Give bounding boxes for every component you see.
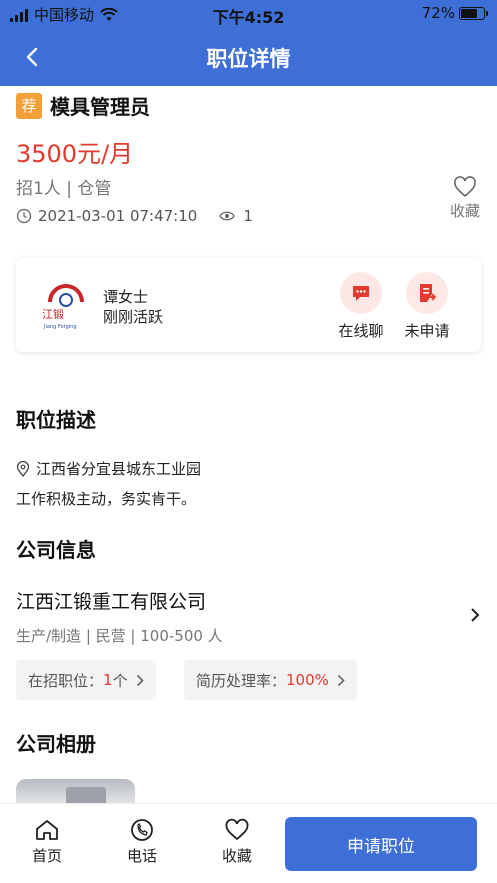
status-bar: 中国移动 下午4:52 72% xyxy=(0,0,497,28)
tab-favorite-label: 收藏 xyxy=(221,847,252,865)
apply-status-icon-circle xyxy=(406,272,448,314)
view-count: 1 xyxy=(243,207,253,225)
eye-icon xyxy=(219,211,236,221)
logo-subtext: Jiang Forging xyxy=(43,324,77,330)
tab-home-label: 首页 xyxy=(31,847,62,865)
chat-bubble-icon xyxy=(353,286,369,301)
album-section-title: 公司相册 xyxy=(16,732,96,756)
nav-bar: 职位详情 xyxy=(0,28,497,86)
apply-status-label: 未申请 xyxy=(404,322,450,340)
salary: 3500元/月 xyxy=(16,140,134,168)
clock-icon xyxy=(16,208,32,224)
heart-icon xyxy=(454,176,476,198)
status-right: 72% xyxy=(421,4,488,22)
location-row: 江西省分宜县城东工业园 xyxy=(16,458,201,479)
resume-rate-value: 100% xyxy=(286,671,329,689)
tab-home[interactable]: 首页 xyxy=(17,818,77,866)
favorite-label: 收藏 xyxy=(449,202,480,220)
location-pin-icon xyxy=(16,460,30,477)
open-positions-unit: 个 xyxy=(112,671,128,690)
company-logo: 江锻 Jiang Forging xyxy=(42,284,84,330)
online-chat-label: 在线聊 xyxy=(338,322,384,340)
battery-fill xyxy=(461,8,477,18)
company-row[interactable]: 江西江锻重工有限公司 生产/制造 | 民营 | 100-500 人 xyxy=(16,585,486,653)
job-stats: 2021-03-01 07:47:10 1 xyxy=(16,207,253,225)
chevron-right-icon xyxy=(471,608,480,622)
description-section-title: 职位描述 xyxy=(16,408,96,432)
battery-icon xyxy=(459,6,488,20)
open-positions-value: 1 xyxy=(103,671,113,689)
chevron-right-icon xyxy=(337,674,345,686)
heart-icon xyxy=(225,818,249,841)
recruiter-name: 谭女士 xyxy=(103,288,149,306)
battery-percent: 72% xyxy=(421,4,455,22)
location-text: 江西省分宜县城东工业园 xyxy=(36,460,202,478)
online-chat-button[interactable]: 在线聊 xyxy=(331,272,391,341)
apply-status-button[interactable]: 未申请 xyxy=(397,272,457,341)
resume-rate-label: 简历处理率： xyxy=(196,671,287,690)
home-icon xyxy=(36,820,58,840)
company-tags: 生产/制造 | 民营 | 100-500 人 xyxy=(16,627,223,645)
open-positions-label: 在招职位： xyxy=(28,671,104,690)
logo-text: 江锻 xyxy=(42,307,64,321)
recruiter-status: 刚刚活跃 xyxy=(103,308,164,326)
document-icon xyxy=(420,284,436,302)
tab-phone[interactable]: 电话 xyxy=(112,818,172,866)
posted-time: 2021-03-01 07:47:10 xyxy=(38,207,198,225)
company-section-title: 公司信息 xyxy=(16,538,96,562)
chevron-right-icon xyxy=(136,674,144,686)
company-name: 江西江锻重工有限公司 xyxy=(16,591,207,613)
recommended-badge: 荐 xyxy=(16,92,42,119)
recruiter-card: 江锻 Jiang Forging 谭女士 刚刚活跃 在线聊 未申请 xyxy=(16,258,481,352)
bottom-bar: 首页 电话 收藏 申请职位 xyxy=(0,803,497,883)
job-meta: 招1人 | 仓管 xyxy=(16,179,112,199)
apply-job-button[interactable]: 申请职位 xyxy=(285,817,477,871)
tab-favorite[interactable]: 收藏 xyxy=(207,818,267,866)
open-positions-pill[interactable]: 在招职位： 1 个 xyxy=(16,660,156,700)
favorite-button[interactable]: 收藏 xyxy=(440,176,490,221)
description-text: 工作积极主动，务实肯干。 xyxy=(16,490,197,508)
page-title: 职位详情 xyxy=(206,47,291,71)
job-title-row: 荐 模具管理员 xyxy=(16,91,150,120)
tab-phone-label: 电话 xyxy=(126,847,157,865)
chat-icon-circle xyxy=(340,272,382,314)
phone-icon xyxy=(131,819,153,841)
resume-rate-pill[interactable]: 简历处理率： 100% xyxy=(184,660,357,700)
job-title: 模具管理员 xyxy=(50,95,150,119)
